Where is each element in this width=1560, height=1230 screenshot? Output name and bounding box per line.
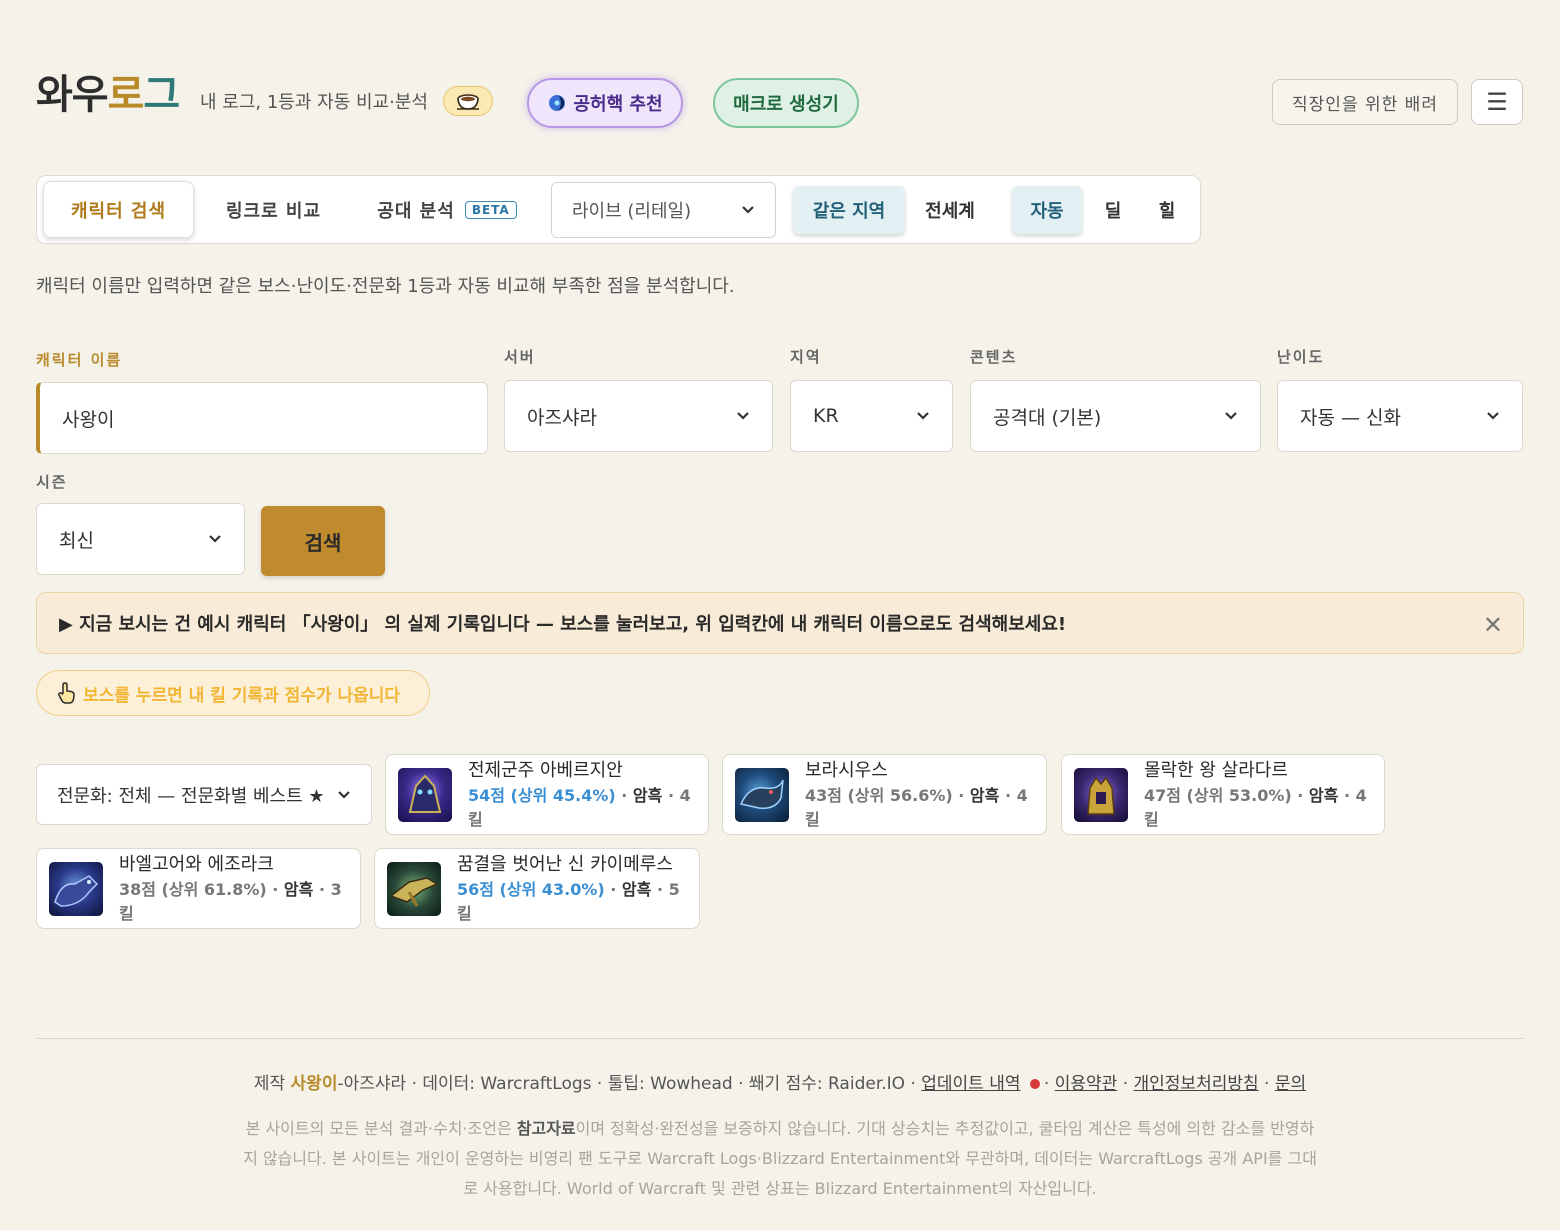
contact-link[interactable]: 문의 — [1275, 1074, 1306, 1094]
region-select[interactable]: KR — [790, 380, 953, 452]
office-mode-button[interactable]: 직장인을 위한 배려 — [1272, 79, 1458, 125]
boss-score: 54점 (상위 45.4%) — [468, 785, 616, 805]
pointing-hand-icon — [58, 682, 75, 704]
recommend-button[interactable]: 공허핵 추천 — [527, 78, 683, 128]
boss-portrait-icon — [49, 861, 103, 916]
boss-card[interactable]: 보라시우스 43점 (상위 56.6%) · 암흑 · 4킬 — [722, 754, 1047, 835]
boss-class: 암흑 — [621, 879, 652, 899]
logo[interactable]: 와우로그 — [36, 70, 180, 120]
boss-name: 꿈결을 벗어난 신 카이메루스 — [457, 853, 673, 875]
boss-name: 보라시우스 — [805, 759, 888, 781]
toggle-role-auto[interactable]: 자동 — [1012, 186, 1082, 234]
version-select[interactable]: 라이브 (리테일) — [551, 182, 776, 238]
character-name-input[interactable]: 사왕이 — [36, 382, 488, 454]
boss-card[interactable]: 전제군주 아베르지안 54점 (상위 45.4%) · 암흑 · 4킬 — [385, 754, 709, 835]
boss-score: 56점 (상위 43.0%) — [457, 879, 605, 899]
boss-card[interactable]: 바엘고어와 에조라크 38점 (상위 61.8%) · 암흑 · 3킬 — [36, 848, 361, 929]
coffee-icon[interactable] — [443, 86, 493, 116]
boss-portrait-icon — [735, 767, 789, 822]
privacy-link[interactable]: 개인정보처리방침 — [1134, 1074, 1259, 1094]
author-name: 사왕이 — [290, 1074, 338, 1094]
season-label: 시즌 — [36, 473, 68, 491]
new-dot-icon — [1029, 1079, 1040, 1089]
tagline: 내 로그, 1등과 자동 비교·분석 — [200, 92, 428, 113]
example-notice: ▶ 지금 보시는 건 예시 캐릭터 「사왕이」 의 실제 기록입니다 — 보스를… — [36, 592, 1524, 654]
page-description: 캐릭터 이름만 입력하면 같은 보스·난이도·전문화 1등과 자동 비교해 부족… — [36, 276, 735, 297]
tab-character-search[interactable]: 캐릭터 검색 — [43, 181, 194, 238]
close-icon[interactable]: ✕ — [1483, 611, 1503, 639]
boss-card[interactable]: 꿈결을 벗어난 신 카이메루스 56점 (상위 43.0%) · 암흑 · 5킬 — [374, 848, 700, 929]
toggle-role-heal[interactable]: 힐 — [1147, 186, 1187, 234]
hamburger-icon: ☰ — [1486, 88, 1508, 116]
chevron-down-icon — [917, 412, 929, 420]
boss-portrait-icon — [1074, 767, 1128, 822]
updates-link[interactable]: 업데이트 내역 — [921, 1074, 1020, 1094]
boss-class: 암흑 — [1308, 785, 1339, 805]
chevron-down-icon — [1225, 412, 1237, 420]
chevron-down-icon — [742, 206, 754, 214]
toggle-same-region[interactable]: 같은 지역 — [793, 186, 905, 234]
footer-disclaimer: 본 사이트의 모든 분석 결과·수치·조언은 참고자료이며 정확성·완전성을 보… — [243, 1119, 1317, 1198]
boss-name: 바엘고어와 에조라크 — [119, 853, 274, 875]
tab-link-compare[interactable]: 링크로 비교 — [202, 181, 345, 238]
void-core-icon — [549, 95, 566, 111]
server-label: 서버 — [504, 348, 536, 366]
content-select[interactable]: 공격대 (기본) — [970, 380, 1261, 452]
hint-badge: 보스를 누르면 내 킬 기록과 점수가 나옵니다 — [36, 670, 430, 716]
boss-class: 암흑 — [632, 785, 663, 805]
boss-card[interactable]: 몰락한 왕 살라다르 47점 (상위 53.0%) · 암흑 · 4킬 — [1061, 754, 1385, 835]
server-select[interactable]: 아즈샤라 — [504, 380, 773, 452]
spec-select[interactable]: 전문화: 전체 — 전문화별 베스트 ★ — [36, 764, 372, 825]
name-label: 캐릭터 이름 — [36, 351, 123, 369]
boss-class: 암흑 — [283, 879, 314, 899]
footer-credits: 제작 사왕이-아즈샤라 · 데이터: WarcraftLogs · 툴팁: Wo… — [253, 1074, 1307, 1094]
chevron-down-icon — [338, 790, 350, 799]
boss-name: 전제군주 아베르지안 — [468, 759, 623, 781]
footer-divider — [36, 1038, 1524, 1039]
search-button[interactable]: 검색 — [261, 506, 385, 576]
tab-raid-analysis[interactable]: 공대 분석 BETA — [367, 181, 527, 238]
boss-score: 47점 (상위 53.0%) — [1144, 785, 1292, 805]
season-select[interactable]: 최신 — [36, 503, 245, 575]
difficulty-label: 난이도 — [1277, 348, 1325, 366]
boss-portrait-icon — [398, 767, 452, 822]
boss-name: 몰락한 왕 살라다르 — [1144, 759, 1288, 781]
mode-tabbar: 캐릭터 검색 링크로 비교 공대 분석 BETA 라이브 (리테일) 같은 지역… — [36, 175, 1201, 244]
boss-score: 43점 (상위 56.6%) — [805, 785, 953, 805]
region-label: 지역 — [790, 348, 822, 366]
chevron-down-icon — [209, 535, 221, 543]
chevron-down-icon — [1487, 412, 1499, 420]
beta-badge: BETA — [464, 200, 517, 219]
content-label: 콘텐츠 — [970, 348, 1018, 366]
boss-score: 38점 (상위 61.8%) — [119, 879, 267, 899]
difficulty-select[interactable]: 자동 — 신화 — [1277, 380, 1523, 452]
chevron-down-icon — [737, 412, 749, 420]
toggle-global[interactable]: 전세계 — [913, 186, 987, 234]
boss-portrait-icon — [387, 861, 441, 916]
menu-button[interactable]: ☰ — [1471, 79, 1523, 125]
macro-generator-button[interactable]: 매크로 생성기 — [713, 78, 859, 128]
terms-link[interactable]: 이용약관 — [1055, 1074, 1118, 1094]
toggle-role-dps[interactable]: 딜 — [1093, 186, 1133, 234]
boss-class: 암흑 — [969, 785, 1000, 805]
